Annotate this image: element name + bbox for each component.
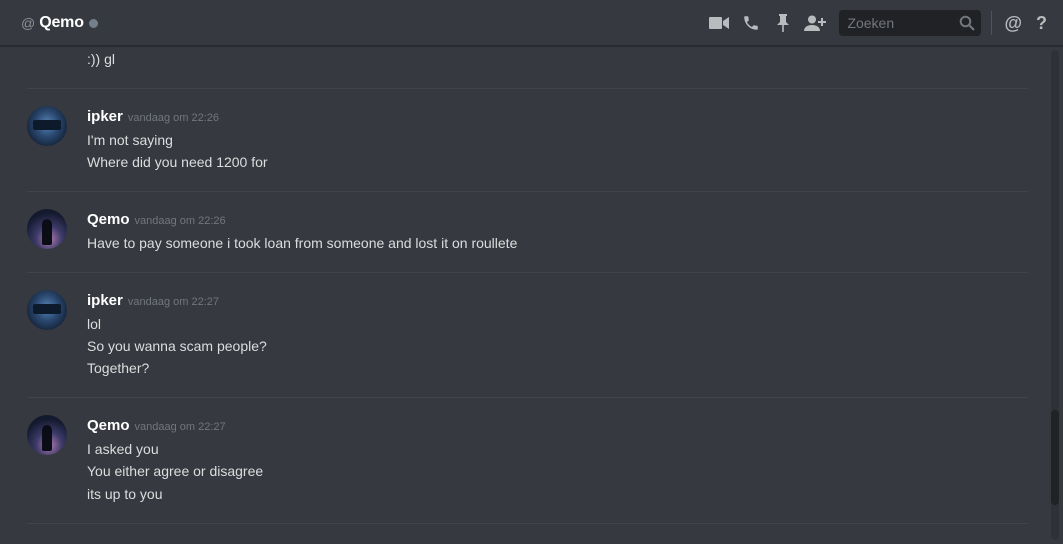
- offline-status-icon: [88, 18, 98, 28]
- message-group: ipker vandaag om 22:27 lol So you wanna s…: [27, 290, 1028, 390]
- video-call-icon[interactable]: [707, 11, 731, 35]
- message-line: Have to pay someone i took loan from som…: [87, 235, 518, 251]
- avatar[interactable]: [27, 106, 67, 146]
- search-input[interactable]: [847, 15, 958, 31]
- channel-header: @ Qemo @ ?: [0, 0, 1063, 46]
- message-header: Qemo vandaag om 22:26: [87, 211, 226, 228]
- message-group: Qemo vandaag om 22:27 I asked you You eit…: [27, 415, 1028, 515]
- pin-icon[interactable]: [771, 11, 795, 35]
- timestamp: vandaag om 22:26: [127, 112, 219, 124]
- message-line: Where did you need 1200 for: [87, 154, 268, 170]
- message-divider: [27, 523, 1028, 524]
- scrollbar-thumb[interactable]: [1051, 410, 1059, 505]
- message-line: lol: [87, 316, 102, 332]
- timestamp: vandaag om 22:26: [134, 215, 226, 227]
- message-divider: [27, 191, 1028, 192]
- add-friend-icon[interactable]: [803, 11, 827, 35]
- help-icon[interactable]: ?: [1036, 13, 1047, 34]
- message-line: its up to you: [87, 486, 163, 502]
- message-header: ipker vandaag om 22:26: [87, 108, 219, 125]
- message-line: You either agree or disagree: [87, 463, 264, 479]
- message-line: I'm not saying: [87, 132, 173, 148]
- message-divider: [27, 272, 1028, 273]
- toolbar-divider: [991, 11, 993, 35]
- message-divider: [27, 88, 1028, 89]
- header-toolbar: @ ?: [699, 0, 1063, 46]
- message-line: I asked you: [87, 441, 159, 457]
- message-header: ipker vandaag om 22:27: [87, 292, 219, 309]
- message-header: Qemo vandaag om 22:27: [87, 417, 226, 434]
- username[interactable]: Qemo: [87, 211, 130, 228]
- username[interactable]: Qemo: [87, 417, 130, 434]
- phone-icon[interactable]: [739, 11, 763, 35]
- message-divider: [27, 397, 1028, 398]
- channel-name[interactable]: Qemo: [39, 14, 84, 32]
- username[interactable]: ipker: [87, 292, 123, 309]
- message-line: So you wanna scam people?: [87, 338, 267, 354]
- search-icon[interactable]: [959, 15, 976, 36]
- message-line: Together?: [87, 360, 150, 376]
- message-group: Qemo vandaag om 22:26 Have to pay someone…: [27, 209, 1028, 269]
- timestamp: vandaag om 22:27: [127, 296, 219, 308]
- avatar[interactable]: [27, 209, 67, 249]
- username[interactable]: ipker: [87, 108, 123, 125]
- avatar[interactable]: [27, 415, 67, 455]
- message-group: ipker vandaag om 22:26 I'm not saying Whe…: [27, 106, 1028, 186]
- message-list: :)) gl ipker vandaag om 22:26 I'm not say…: [0, 47, 1050, 544]
- dm-at-symbol: @: [21, 14, 36, 31]
- avatar[interactable]: [27, 290, 67, 330]
- mention-icon[interactable]: @: [1004, 13, 1022, 34]
- timestamp: vandaag om 22:27: [134, 421, 226, 433]
- message-line: :)) gl: [87, 51, 115, 67]
- search-box[interactable]: [839, 10, 982, 36]
